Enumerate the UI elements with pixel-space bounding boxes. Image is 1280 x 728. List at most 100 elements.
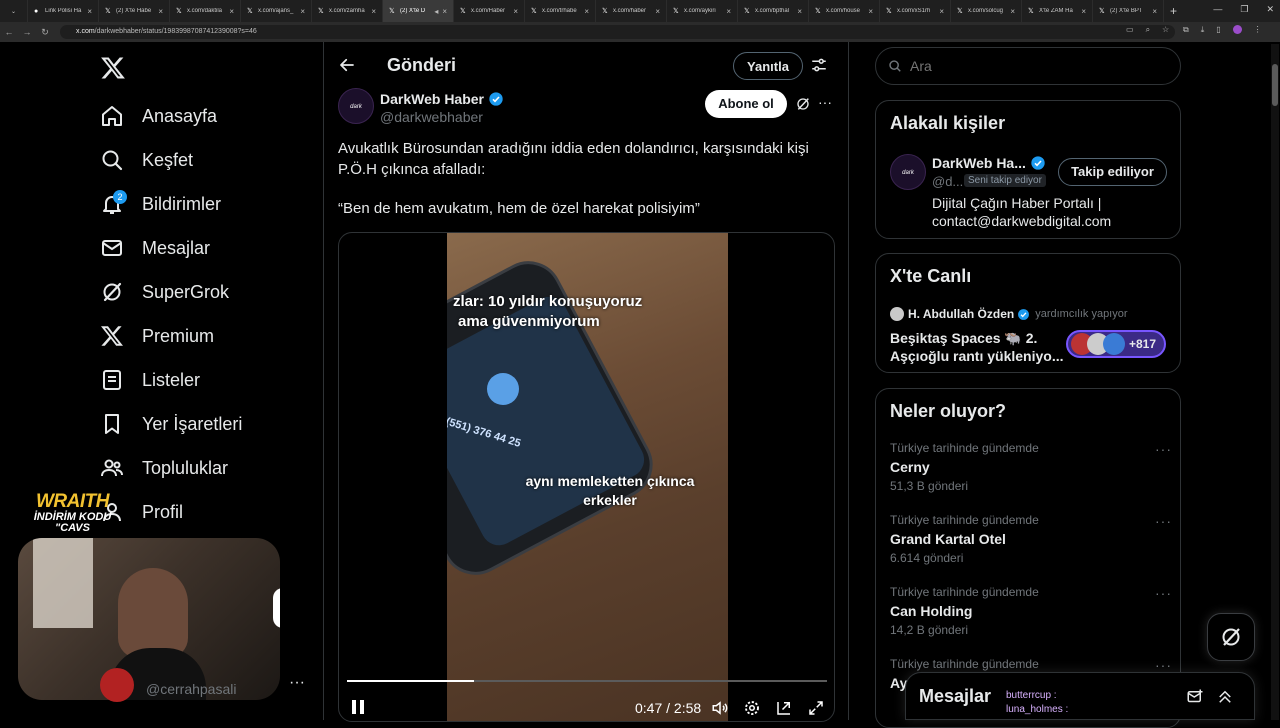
browser-tab[interactable]: 𝕏x.com/trhabe × [525, 0, 596, 22]
browser-tab[interactable]: ● Link Polisi Ha × [28, 0, 99, 22]
more-options-icon[interactable]: ··· [1155, 585, 1172, 601]
x-home-logo[interactable] [100, 55, 126, 81]
browser-tab[interactable]: 𝕏x.com/ajans_ × [241, 0, 312, 22]
close-icon[interactable]: × [158, 7, 163, 16]
author-name[interactable]: DarkWeb Haber [380, 91, 504, 107]
download-icon[interactable]: ⤓ [1201, 25, 1205, 35]
close-icon[interactable]: × [1152, 7, 1157, 16]
browser-tab[interactable]: 𝕏x.com/haber × [596, 0, 667, 22]
grok-icon[interactable] [795, 96, 811, 112]
new-tab-icon[interactable]: + [1164, 4, 1177, 18]
browser-tab[interactable]: 𝕏 X'te ZAM Ha × [1022, 0, 1093, 22]
expand-up-icon[interactable] [1216, 688, 1234, 706]
nav-item-lists[interactable]: Listeler [100, 365, 200, 395]
back-icon[interactable]: ← [0, 27, 18, 37]
star-icon[interactable]: ☆ [1162, 25, 1169, 35]
trend-item[interactable]: Türkiye tarihinde gündemde Cerny 51,3 B … [876, 441, 1182, 505]
back-arrow-icon[interactable] [338, 56, 356, 74]
close-icon[interactable]: × [513, 7, 518, 16]
browser-tab[interactable]: 𝕏x.com/Haber × [454, 0, 525, 22]
more-options-icon[interactable]: ··· [1155, 513, 1172, 529]
more-options-icon[interactable]: ··· [1155, 441, 1172, 457]
trend-item[interactable]: Türkiye tarihinde gündemde Grand Kartal … [876, 513, 1182, 577]
zoom-icon[interactable]: ⌕ [1146, 25, 1150, 35]
close-icon[interactable]: × [442, 7, 447, 16]
author-avatar[interactable]: dark [338, 88, 374, 124]
close-icon[interactable]: × [584, 7, 589, 16]
minimize-icon[interactable]: — [1213, 4, 1222, 15]
close-icon[interactable]: × [229, 7, 234, 16]
nav-item-messages[interactable]: Mesajlar [100, 233, 210, 263]
close-icon[interactable]: × [300, 7, 305, 16]
close-icon[interactable]: × [1081, 7, 1086, 16]
account-avatar[interactable] [100, 668, 134, 702]
reply-button[interactable]: Yanıtla [733, 52, 803, 80]
nav-item-bookmarks[interactable]: Yer İşaretleri [100, 409, 242, 439]
browser-tab[interactable]: 𝕏x.com/solcug × [951, 0, 1022, 22]
browser-tab[interactable]: 𝕏x.com/aykiri × [667, 0, 738, 22]
host-avatar[interactable] [890, 307, 904, 321]
grok-float-button[interactable] [1207, 613, 1255, 661]
browser-tab[interactable]: 𝕏x.com/xS1rh × [880, 0, 951, 22]
picture-in-picture-icon[interactable] [775, 699, 793, 717]
trend-item[interactable]: Türkiye tarihinde gündemde Can Holding 1… [876, 585, 1182, 649]
page-scrollbar[interactable] [1271, 44, 1279, 720]
nav-item-premium[interactable]: Premium [100, 321, 214, 351]
related-avatar[interactable]: dark [890, 154, 926, 190]
search-input[interactable] [910, 58, 1150, 74]
live-space-title[interactable]: Beşiktaş Spaces 🐃 2. Aşçıoğlu rantı yükl… [890, 329, 1063, 365]
address-bar[interactable]: x.com/darkwebhaber/status/19839987087412… [60, 25, 1175, 39]
tab-search-button[interactable]: ⌄ [0, 0, 28, 22]
video-player[interactable]: 0 (551) 376 44 25 zlar: 10 yıldır konuşu… [338, 232, 835, 722]
nav-item-notifications[interactable]: 2 Bildirimler [100, 189, 221, 219]
sidepanel-icon[interactable]: ▯ [1216, 25, 1220, 35]
cast-icon[interactable]: ▭ [1126, 25, 1134, 35]
close-icon[interactable]: × [371, 7, 376, 16]
close-icon[interactable]: × [939, 7, 944, 16]
browser-tab[interactable]: 𝕏x.com/daktila × [170, 0, 241, 22]
close-icon[interactable]: × [1010, 7, 1015, 16]
more-options-icon[interactable]: ··· [818, 94, 832, 110]
more-options-icon[interactable]: ··· [1155, 657, 1172, 673]
close-icon[interactable]: × [797, 7, 802, 16]
close-icon[interactable]: × [726, 7, 731, 16]
reload-icon[interactable]: ↻ [36, 27, 54, 38]
browser-tab[interactable]: 𝕏x.com/bpthal × [738, 0, 809, 22]
close-icon[interactable]: × [87, 7, 92, 16]
new-message-icon[interactable] [1186, 688, 1204, 706]
subscribe-button[interactable]: Abone ol [705, 90, 787, 118]
messages-drawer[interactable]: Mesajlar butterrcup : luna_holmes : [905, 672, 1255, 720]
browser-tab[interactable]: 𝕏 (2) X'te Habe × [99, 0, 170, 22]
browser-tab[interactable]: 𝕏 (2) X'te BPT × [1093, 0, 1164, 22]
restore-icon[interactable]: ❐ [1240, 4, 1248, 15]
close-icon[interactable]: × [655, 7, 660, 16]
extensions-icon[interactable]: ⧉ [1183, 25, 1189, 35]
browser-tab-active[interactable]: 𝕏 (2) X'te D ◂ × [383, 0, 454, 22]
nav-item-communities[interactable]: Topluluklar [100, 453, 228, 483]
speaker-icon[interactable]: ◂ [434, 7, 438, 16]
browser-tab[interactable]: 𝕏x.com/zamha × [312, 0, 383, 22]
menu-icon[interactable]: ⋮ [1254, 25, 1262, 35]
live-host[interactable]: H. Abdullah Özden yardımcılık yapıyor [908, 307, 1128, 321]
search-box[interactable] [875, 47, 1181, 85]
nav-item-explore[interactable]: Keşfet [100, 145, 193, 175]
volume-icon[interactable] [711, 699, 729, 717]
related-name[interactable]: DarkWeb Ha... [932, 155, 1046, 171]
browser-tab[interactable]: 𝕏x.com/house × [809, 0, 880, 22]
scrollbar-thumb[interactable] [1272, 64, 1278, 106]
forward-icon[interactable]: → [18, 27, 36, 37]
pause-icon[interactable] [351, 699, 365, 715]
nav-item-home[interactable]: Anasayfa [100, 101, 217, 131]
video-progress-track[interactable] [347, 680, 827, 682]
nav-item-supergrok[interactable]: SuperGrok [100, 277, 229, 307]
profile-avatar[interactable] [1232, 25, 1242, 34]
window-close-icon[interactable]: ✕ [1266, 4, 1274, 15]
listeners-pill[interactable]: +817 [1066, 330, 1166, 358]
settings-gear-icon[interactable] [743, 699, 761, 717]
filter-icon[interactable] [810, 56, 828, 74]
close-icon[interactable]: × [868, 7, 873, 16]
fullscreen-icon[interactable] [807, 699, 825, 717]
author-handle[interactable]: @darkwebhaber [380, 109, 483, 125]
account-more-icon[interactable]: ··· [289, 674, 305, 692]
following-button[interactable]: Takip ediliyor [1058, 158, 1167, 186]
